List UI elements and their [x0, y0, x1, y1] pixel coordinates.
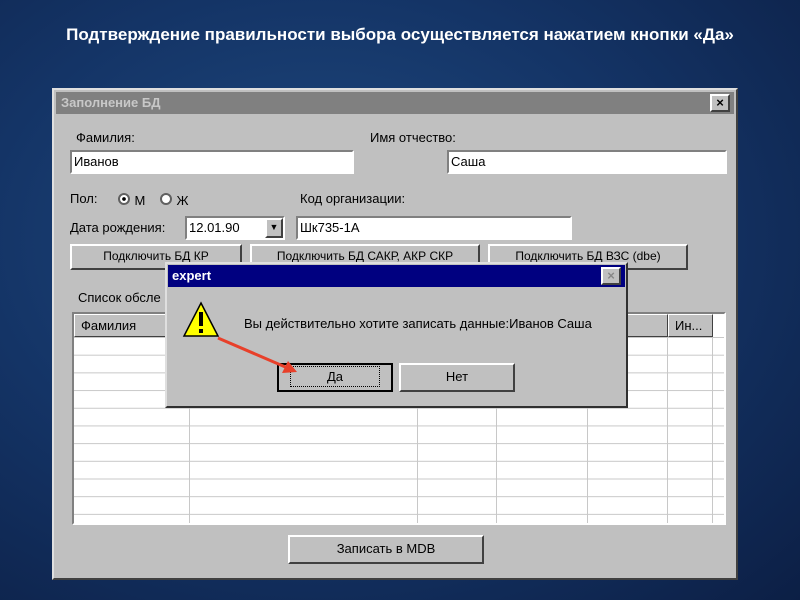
pointer-arrow	[217, 336, 297, 373]
